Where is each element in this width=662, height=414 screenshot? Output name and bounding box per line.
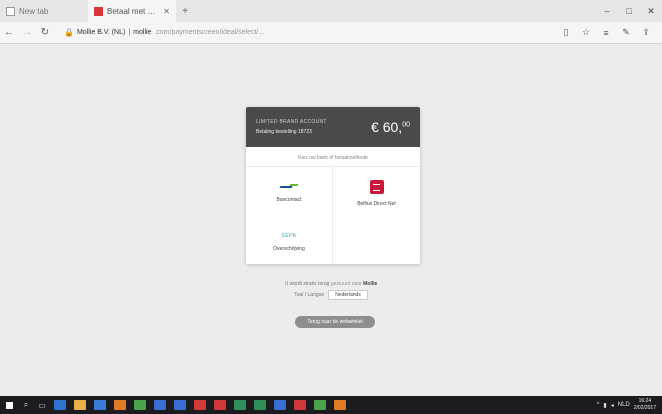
bank-transfer-logo-icon: SEPA bbox=[281, 233, 297, 239]
url-field[interactable]: 🔒 Mollie B.V. (NL) | mollie .com/payment… bbox=[64, 28, 264, 37]
method-label: Bancontact bbox=[276, 197, 302, 203]
system-tray: ^ ▮ ◂ NLD 16:24 2/02/2017 bbox=[597, 398, 662, 412]
store-icon[interactable] bbox=[94, 400, 106, 410]
chrome-icon[interactable] bbox=[134, 400, 146, 410]
method-belfius[interactable]: Belfius Direct Net bbox=[333, 167, 420, 220]
app-icon[interactable] bbox=[194, 400, 206, 410]
taskbar: ⌕ ▭ ^ ▮ ◂ NLD 16:24 2/02/2017 bbox=[0, 396, 662, 414]
network-icon[interactable]: ▮ bbox=[603, 402, 606, 409]
url-separator: | bbox=[128, 29, 131, 36]
order-description: Betaling bestelling 18723 bbox=[256, 129, 312, 135]
task-view-icon[interactable]: ▭ bbox=[36, 401, 48, 410]
language-row: Taal / Langue Nederlands bbox=[0, 290, 662, 300]
volume-icon[interactable]: ◂ bbox=[611, 402, 614, 409]
amount-value: 60, bbox=[382, 119, 403, 135]
tray-chevron-icon[interactable]: ^ bbox=[597, 402, 600, 408]
refresh-button[interactable]: ↻ bbox=[36, 27, 54, 38]
clock-time: 16:24 bbox=[638, 398, 652, 404]
app-icon[interactable] bbox=[174, 400, 186, 410]
share-icon[interactable]: ⇪ bbox=[638, 27, 654, 38]
mail-icon[interactable] bbox=[114, 400, 126, 410]
close-window-button[interactable]: ✕ bbox=[640, 0, 662, 22]
edge-icon[interactable] bbox=[54, 400, 66, 410]
app-icon[interactable] bbox=[334, 400, 346, 410]
tab-title: Betaal met Bancontact bbox=[107, 6, 159, 16]
search-icon[interactable]: ⌕ bbox=[20, 400, 32, 410]
lock-icon: 🔒 bbox=[64, 28, 74, 37]
merchant-info: LIMITED BRAND ACCOUNT Betaling bestellin… bbox=[256, 119, 327, 135]
tab-close-icon[interactable]: ✕ bbox=[163, 7, 170, 16]
url-domain: mollie bbox=[133, 29, 152, 36]
language-indicator[interactable]: NLD bbox=[618, 402, 630, 408]
redirect-merchant: Mollie bbox=[363, 281, 378, 287]
back-button[interactable]: ← bbox=[0, 27, 18, 38]
browser-tab-strip: New tab Betaal met Bancontact ✕ + – □ ✕ bbox=[0, 0, 662, 22]
file-explorer-icon[interactable] bbox=[74, 400, 86, 410]
maximize-button[interactable]: □ bbox=[618, 0, 640, 22]
choose-method-label: Kies uw bank of betaalmethode bbox=[246, 147, 420, 167]
window-controls: – □ ✕ bbox=[596, 0, 662, 22]
method-bank-transfer[interactable]: SEPA Overschrijving bbox=[246, 220, 333, 264]
payment-methods: Bancontact Belfius Direct Net SEPA Overs… bbox=[246, 167, 420, 264]
favorite-icon[interactable]: ☆ bbox=[578, 27, 594, 38]
redirect-link[interactable]: gestuurd naar bbox=[331, 281, 362, 287]
url-host: Mollie B.V. (NL) bbox=[76, 29, 126, 36]
payment-amount: € 60,00 bbox=[371, 119, 410, 135]
currency-symbol: € bbox=[371, 119, 379, 135]
empty-method-slot bbox=[333, 220, 420, 264]
browser-toolbar: ▯ ☆ ≡ ✎ ⇪ bbox=[558, 27, 662, 38]
clock-date: 2/02/2017 bbox=[633, 405, 656, 411]
app-icon[interactable] bbox=[214, 400, 226, 410]
new-tab-button[interactable]: + bbox=[176, 0, 194, 22]
bank-logo-icon bbox=[279, 184, 299, 190]
forward-button[interactable]: → bbox=[18, 27, 36, 38]
address-bar: ← → ↻ 🔒 Mollie B.V. (NL) | mollie .com/p… bbox=[0, 22, 662, 44]
redirect-prefix: U wordt straks terug bbox=[284, 281, 330, 287]
clock[interactable]: 16:24 2/02/2017 bbox=[634, 398, 656, 412]
tab-new[interactable]: New tab bbox=[0, 0, 88, 22]
app-icon[interactable] bbox=[274, 400, 286, 410]
payment-card: LIMITED BRAND ACCOUNT Betaling bestellin… bbox=[246, 107, 420, 264]
windows-start-icon[interactable] bbox=[0, 401, 18, 409]
url-path: .com/paymentscreen/ideal/select/... bbox=[154, 29, 265, 36]
redirect-note: U wordt straks terug gestuurd naar Molli… bbox=[0, 281, 662, 287]
taskbar-apps: ⌕ ▭ bbox=[18, 400, 350, 410]
language-select[interactable]: Nederlands bbox=[328, 290, 368, 300]
amount-cents: 00 bbox=[402, 121, 410, 129]
payment-header: LIMITED BRAND ACCOUNT Betaling bestellin… bbox=[246, 107, 420, 147]
reading-view-icon[interactable]: ▯ bbox=[558, 27, 574, 38]
method-label: Belfius Direct Net bbox=[357, 201, 396, 207]
app-icon[interactable] bbox=[314, 400, 326, 410]
language-label: Taal / Langue bbox=[294, 292, 325, 298]
method-label: Overschrijving bbox=[273, 246, 305, 252]
red-favicon-icon bbox=[94, 6, 103, 16]
hub-icon[interactable]: ≡ bbox=[598, 28, 614, 38]
method-bancontact[interactable]: Bancontact bbox=[246, 167, 333, 220]
web-note-icon[interactable]: ✎ bbox=[618, 27, 634, 38]
belfius-logo-icon bbox=[369, 180, 384, 194]
tab-payment[interactable]: Betaal met Bancontact ✕ bbox=[88, 0, 176, 22]
return-to-shop-button[interactable]: Terug naar de webwinkel bbox=[295, 316, 375, 328]
minimize-button[interactable]: – bbox=[596, 0, 618, 22]
page-icon bbox=[6, 6, 15, 16]
app-icon[interactable] bbox=[234, 400, 246, 410]
app-icon[interactable] bbox=[154, 400, 166, 410]
app-icon[interactable] bbox=[254, 400, 266, 410]
tab-title: New tab bbox=[19, 6, 49, 16]
merchant-name: LIMITED BRAND ACCOUNT bbox=[256, 119, 327, 125]
app-icon[interactable] bbox=[294, 400, 306, 410]
